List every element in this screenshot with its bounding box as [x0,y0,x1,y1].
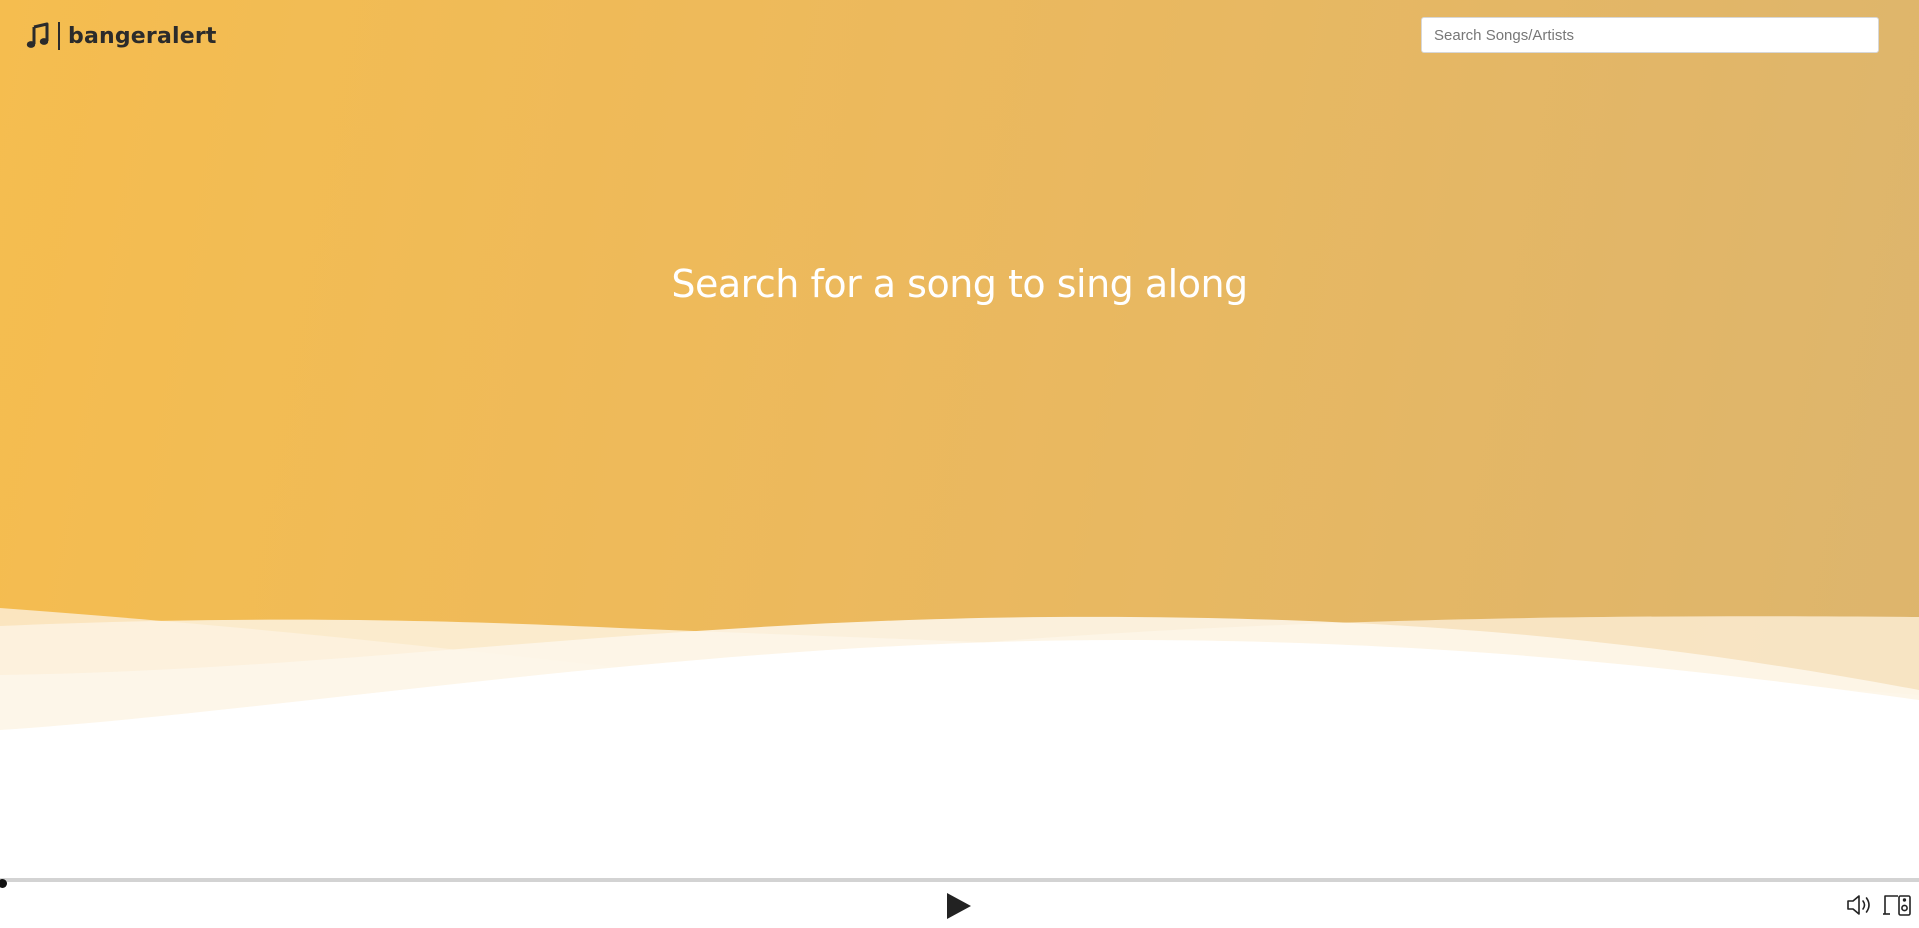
devices-button[interactable] [1882,892,1912,918]
volume-icon [1847,895,1870,915]
player-bar [0,874,1919,928]
search-input[interactable] [1421,17,1879,53]
brand-logo[interactable]: bangeralert [26,20,217,52]
brand-name: bangeralert [68,23,217,49]
app-page: bangeralert Search for a song to sing al… [0,0,1919,928]
volume-button[interactable] [1846,892,1874,918]
music-note-icon [26,22,49,48]
wave-decoration [0,608,1919,760]
play-button[interactable] [944,890,974,922]
hero-title: Search for a song to sing along [671,262,1248,306]
devices-icon [1883,895,1911,916]
progress-bar[interactable] [0,878,1919,888]
play-icon [947,893,971,919]
progress-handle[interactable] [0,879,7,888]
brand-divider [58,22,60,50]
